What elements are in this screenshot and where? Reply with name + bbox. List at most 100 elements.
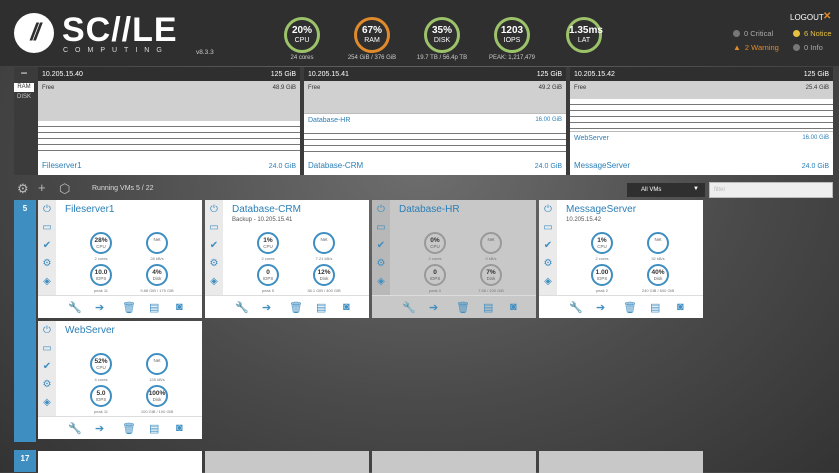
logout-link[interactable]: LOGOUT xyxy=(790,13,824,22)
console-icon[interactable]: ▭ xyxy=(41,343,53,355)
trash-icon[interactable]: 🗑 xyxy=(122,422,136,435)
vm-name[interactable]: Database-HR xyxy=(399,204,460,215)
vm-metric-gauge[interactable]: 1% CPU xyxy=(591,232,613,254)
trash-icon[interactable]: 🗑 xyxy=(456,301,470,314)
settings-icon[interactable]: ⚙ xyxy=(542,258,554,270)
snapshot-icon[interactable]: ▤ xyxy=(316,301,326,314)
power-icon[interactable]: ⏻ xyxy=(208,204,220,216)
vm-card[interactable]: ⏻ ▭ ✔ ⚙ ◈ WebServer 52% CPU 4 cores Net 128 kB/s 5.… xyxy=(38,321,202,439)
vm-metric-gauge[interactable]: 10.0 IOPS xyxy=(90,264,112,286)
check-icon[interactable]: ✔ xyxy=(41,361,53,373)
layers-icon[interactable]: ◈ xyxy=(41,397,53,409)
console-icon[interactable]: ▭ xyxy=(208,222,220,234)
vm-metric-gauge[interactable]: Net xyxy=(313,232,335,254)
node-vm-row[interactable]: WebServer 16.00 GiB xyxy=(570,131,833,146)
vm-card[interactable] xyxy=(205,451,369,473)
vm-metric-gauge[interactable]: 28% CPU xyxy=(90,232,112,254)
wrench-icon[interactable]: 🔧 xyxy=(68,422,82,435)
alert-notice[interactable]: 6 Notice xyxy=(793,29,832,38)
vm-metric-gauge[interactable]: 52% CPU xyxy=(90,353,112,375)
check-icon[interactable]: ✔ xyxy=(41,240,53,252)
vm-metric-gauge[interactable]: 7% Disk xyxy=(480,264,502,286)
vm-metric-gauge[interactable]: Net xyxy=(647,232,669,254)
camera-icon[interactable]: ◙ xyxy=(510,301,517,313)
snapshot-icon[interactable]: ▤ xyxy=(650,301,660,314)
check-icon[interactable]: ✔ xyxy=(208,240,220,252)
vm-name[interactable]: Fileserver1 xyxy=(65,204,114,215)
trash-icon[interactable]: 🗑 xyxy=(289,301,303,314)
snapshot-icon[interactable]: ▤ xyxy=(149,301,159,314)
snapshot-icon[interactable]: ▤ xyxy=(483,301,493,314)
layers-icon[interactable]: ◈ xyxy=(375,276,387,288)
power-icon[interactable]: ⏻ xyxy=(41,204,53,216)
check-icon[interactable]: ✔ xyxy=(542,240,554,252)
latency-gauge[interactable]: 1.35ms LAT xyxy=(566,17,603,53)
vm-metric-gauge[interactable]: 1% CPU xyxy=(257,232,279,254)
move-icon[interactable]: ➔ xyxy=(262,301,271,314)
settings-icon[interactable]: ⚙ xyxy=(17,181,29,197)
vm-card[interactable]: ⏻ ▭ ✔ ⚙ ◈ MessageServer 10.205.15.42 1% CPU 2 cor… xyxy=(539,200,703,318)
console-icon[interactable]: ▭ xyxy=(542,222,554,234)
vm-filter-input[interactable]: filter xyxy=(709,182,833,198)
vm-metric-gauge[interactable]: 0% CPU xyxy=(424,232,446,254)
move-icon[interactable]: ➔ xyxy=(596,301,605,314)
vm-metric-gauge[interactable]: 40% Disk xyxy=(647,264,669,286)
snapshot-icon[interactable]: ▤ xyxy=(149,422,159,435)
camera-icon[interactable]: ◙ xyxy=(176,301,183,313)
settings-icon[interactable]: ⚙ xyxy=(208,258,220,270)
toggle-disk[interactable]: DISK xyxy=(14,93,34,102)
vm-card[interactable] xyxy=(372,451,536,473)
import-icon[interactable]: ⬡ xyxy=(59,181,70,197)
camera-icon[interactable]: ◙ xyxy=(343,301,350,313)
vm-card[interactable] xyxy=(38,451,202,473)
vm-card[interactable]: ⏻ ▭ ✔ ⚙ ◈ Database-HR 0% CPU 2 cores Net 0 kB/s 0 IO… xyxy=(372,200,536,318)
move-icon[interactable]: ➔ xyxy=(95,301,104,314)
settings-icon[interactable]: ⚙ xyxy=(41,258,53,270)
wrench-icon[interactable]: 🔧 xyxy=(68,301,82,314)
camera-icon[interactable]: ◙ xyxy=(677,301,684,313)
node-card[interactable]: 10.205.15.40 125 GiB Free 48.9 GiB Files… xyxy=(38,67,300,175)
ram-gauge[interactable]: 67% RAM xyxy=(354,17,390,53)
vm-card[interactable]: ⏻ ▭ ✔ ⚙ ◈ Fileserver1 28% CPU 2 cores Net 28 kB/s 1… xyxy=(38,200,202,318)
alert-warning[interactable]: ▲ 2 Warning xyxy=(733,43,779,52)
trash-icon[interactable]: 🗑 xyxy=(122,301,136,314)
wrench-icon[interactable]: 🔧 xyxy=(402,301,416,314)
move-icon[interactable]: ➔ xyxy=(429,301,438,314)
power-icon[interactable]: ⏻ xyxy=(41,325,53,337)
add-icon[interactable]: + xyxy=(38,180,46,195)
vm-name[interactable]: MessageServer xyxy=(566,204,636,215)
wrench-icon[interactable]: 🔧 xyxy=(235,301,249,314)
layers-icon[interactable]: ◈ xyxy=(41,276,53,288)
collapse-button[interactable]: − xyxy=(14,67,34,81)
alert-critical[interactable]: 0 Critical xyxy=(733,29,773,38)
vm-metric-gauge[interactable]: 5.0 IOPS xyxy=(90,385,112,407)
trash-icon[interactable]: 🗑 xyxy=(623,301,637,314)
power-icon[interactable]: ⏻ xyxy=(542,204,554,216)
console-icon[interactable]: ▭ xyxy=(41,222,53,234)
vm-metric-gauge[interactable]: Net xyxy=(146,353,168,375)
power-icon[interactable]: ⏻ xyxy=(375,204,387,216)
group-tag-bar[interactable]: 17 xyxy=(14,450,36,472)
vm-name[interactable]: WebServer xyxy=(65,325,115,336)
layers-icon[interactable]: ◈ xyxy=(542,276,554,288)
vm-metric-gauge[interactable]: 1.00 IOPS xyxy=(591,264,613,286)
vm-metric-gauge[interactable]: 100% Disk xyxy=(146,385,168,407)
move-icon[interactable]: ➔ xyxy=(95,422,104,435)
check-icon[interactable]: ✔ xyxy=(375,240,387,252)
settings-icon[interactable]: ⚙ xyxy=(375,258,387,270)
camera-icon[interactable]: ◙ xyxy=(176,422,183,434)
vm-metric-gauge[interactable]: 12% Disk xyxy=(313,264,335,286)
wrench-icon[interactable]: 🔧 xyxy=(569,301,583,314)
vm-name[interactable]: Database-CRM xyxy=(232,204,301,215)
alert-info[interactable]: 0 Info xyxy=(793,43,823,52)
node-card[interactable]: 10.205.15.42 125 GiB Free 25.4 GiB WebSe… xyxy=(570,67,833,175)
node-vm-row[interactable]: Database-CRM 24.0 GiB xyxy=(304,153,566,175)
vm-metric-gauge[interactable]: Net xyxy=(146,232,168,254)
vm-filter-select[interactable]: All VMs ▼ xyxy=(627,183,705,197)
node-vm-row[interactable]: Fileserver1 24.0 GiB xyxy=(38,153,300,175)
vm-card[interactable] xyxy=(539,451,703,473)
disk-gauge[interactable]: 35% DISK xyxy=(424,17,460,53)
cpu-gauge[interactable]: 20% CPU xyxy=(284,17,320,53)
iops-gauge[interactable]: 1203 IOPS xyxy=(494,17,530,53)
node-vm-row[interactable]: Database-HR 16.00 GiB xyxy=(304,113,566,128)
